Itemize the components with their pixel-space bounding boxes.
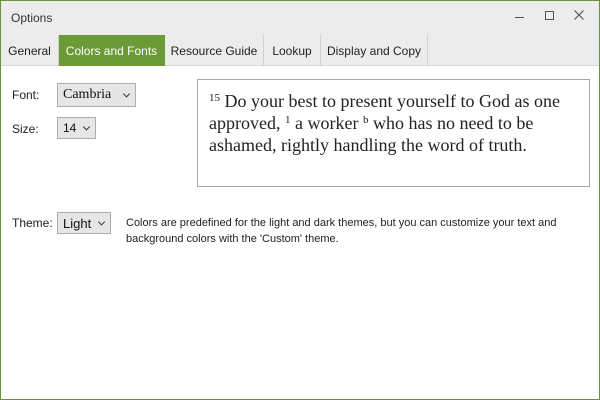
maximize-icon: [544, 10, 554, 20]
window-title: Options: [11, 11, 53, 25]
verse-number: 15: [209, 92, 220, 104]
theme-select-value: Light: [63, 215, 92, 231]
font-label: Font:: [12, 88, 40, 102]
maximize-button[interactable]: [534, 1, 564, 29]
tab-general[interactable]: General: [1, 35, 59, 66]
tab-colors-and-fonts[interactable]: Colors and Fonts: [59, 35, 165, 66]
minimize-icon: [514, 16, 524, 18]
theme-select[interactable]: Light: [57, 212, 111, 234]
size-select[interactable]: 14: [57, 117, 96, 139]
tab-lookup[interactable]: Lookup: [264, 35, 321, 66]
size-label: Size:: [12, 122, 39, 136]
preview-text-part-2: a worker: [294, 113, 359, 133]
theme-description: Colors are predefined for the light and …: [126, 217, 557, 245]
tab-display-and-copy[interactable]: Display and Copy: [321, 35, 428, 66]
chevron-down-icon: [97, 218, 106, 226]
tab-bar: General Colors and Fonts Resource Guide …: [1, 35, 599, 66]
chevron-down-icon: [122, 90, 131, 98]
minimize-button[interactable]: [504, 1, 534, 29]
chevron-down-icon: [82, 123, 91, 131]
footnote-marker: 1: [284, 114, 291, 126]
cross-reference-marker: b: [362, 114, 369, 126]
font-preview: 15 Do your best to present yourself to G…: [197, 79, 590, 187]
options-window: Options General Colors and Fonts Resourc…: [0, 0, 600, 400]
close-icon: [574, 10, 584, 20]
font-select[interactable]: Cambria: [57, 83, 136, 107]
close-button[interactable]: [564, 1, 594, 29]
title-bar: Options: [1, 1, 599, 35]
font-select-value: Cambria: [63, 87, 112, 102]
theme-label: Theme:: [12, 216, 53, 230]
tab-resource-guide[interactable]: Resource Guide: [165, 35, 264, 66]
size-select-value: 14: [63, 121, 77, 135]
